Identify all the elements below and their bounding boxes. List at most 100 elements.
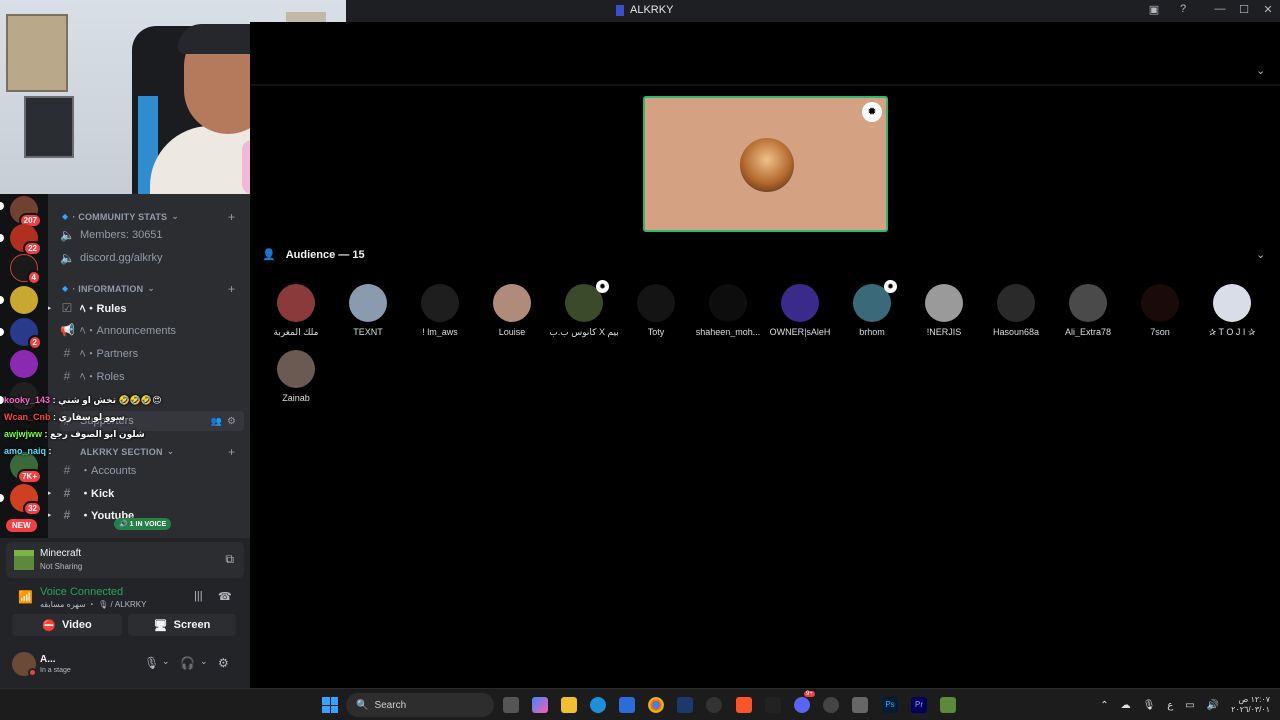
audience-member[interactable]: Zainab: [260, 350, 332, 403]
server-icon[interactable]: 22: [10, 224, 42, 256]
speaker-icon: 🔊: [119, 521, 128, 528]
server-icon[interactable]: [10, 286, 38, 314]
speaker-tile[interactable]: ✹: [643, 96, 888, 232]
audience-member[interactable]: !NERJIS: [908, 284, 980, 337]
audience-member[interactable]: ! lm_aws: [404, 284, 476, 337]
clock[interactable]: ١٢:٠٧ ص ٢٠٢٦/٠٣/٠١: [1231, 695, 1270, 715]
hash-icon: #: [63, 346, 71, 360]
chevron-up-icon[interactable]: ⌃: [1100, 700, 1108, 711]
avatar: [925, 284, 963, 322]
stream-game-icon[interactable]: ⧉: [225, 552, 234, 567]
stage-view: ⌄ ✹ 👤 Audience — 15 ⌄ ملك المغربة TEXNT ! …: [250, 22, 1280, 688]
chevron-down-icon[interactable]: ⌄: [162, 656, 170, 667]
activity-card[interactable]: Minecraft Not Sharing ⧉: [6, 542, 244, 578]
collapse-audience-icon[interactable]: ⌄: [1256, 248, 1265, 261]
audience-member[interactable]: ملك المغربة: [260, 284, 332, 338]
channel-accounts[interactable]: # ・Accounts: [60, 460, 244, 480]
channel-kick[interactable]: ▶ # ・Kick: [48, 483, 244, 503]
chrome-icon[interactable]: [648, 697, 664, 713]
category-alkrky-section[interactable]: ALKRKY SECTION ⌄ +: [80, 445, 235, 459]
discord-icon[interactable]: 9+: [794, 691, 815, 713]
headphones-icon[interactable]: 🎧: [180, 656, 195, 670]
category-information[interactable]: ◆ · INFORMATION ⌄ +: [62, 282, 235, 296]
volume-icon[interactable]: 🔊: [1207, 700, 1219, 711]
server-icon[interactable]: 4: [10, 254, 41, 285]
store-icon[interactable]: [619, 697, 635, 713]
audience-member[interactable]: shaheen_moh...: [692, 284, 764, 337]
chevron-down-icon[interactable]: ⌄: [200, 656, 208, 667]
display-icon[interactable]: ▭: [1185, 700, 1194, 711]
audience-member[interactable]: ✹ brhom: [836, 280, 908, 337]
add-channel-icon[interactable]: +: [228, 210, 235, 224]
audience-member[interactable]: OWNER|sAleH: [764, 284, 836, 337]
category-community-stats[interactable]: ◆ · COMMUNITY STATS ⌄ +: [62, 210, 235, 224]
channel-partners[interactable]: # ﾍ・Partners: [60, 343, 244, 363]
in-voice-pill[interactable]: 🔊 1 IN VOICE: [114, 518, 172, 530]
cloud-icon[interactable]: ☁: [1121, 700, 1131, 711]
minecraft-taskbar-icon[interactable]: [940, 697, 956, 713]
premiere-icon[interactable]: Pr: [911, 697, 927, 713]
audience-member[interactable]: Toty: [620, 284, 692, 337]
close-button[interactable]: ✕: [1260, 3, 1276, 16]
microphone-icon[interactable]: 🎙: [1143, 700, 1156, 711]
collapse-speakers-icon[interactable]: ⌄: [1256, 64, 1265, 77]
capcut-icon[interactable]: [765, 697, 781, 713]
language-indicator[interactable]: ع: [1167, 700, 1173, 711]
channel-announcements[interactable]: 📢 ﾍ・Announcements: [60, 320, 244, 340]
microphone-icon[interactable]: 🎙: [144, 656, 159, 670]
user-name[interactable]: A...: [40, 654, 56, 665]
maximize-button[interactable]: ☐: [1236, 3, 1252, 16]
video-button[interactable]: ⛔ Video: [12, 614, 122, 636]
screen-share-icon[interactable]: ▣: [1146, 3, 1162, 16]
diamond-icon: ◆: [62, 212, 69, 221]
server-icon[interactable]: 7K+: [10, 452, 42, 484]
channel-roles[interactable]: # ﾍ・Roles: [60, 366, 244, 386]
audience-member[interactable]: ✹ كانوس ب.ب X بيم: [548, 280, 620, 338]
avatar: [1141, 284, 1179, 322]
chevron-down-icon: ⌄: [166, 446, 175, 456]
speaker-icon: 🔈: [60, 228, 75, 242]
voice-channel[interactable]: سهره مسابقه ・ 🎙 / ALKRKY: [40, 599, 146, 610]
taskbar-search[interactable]: 🔍 Search: [346, 693, 494, 717]
voice-status[interactable]: Voice Connected: [40, 586, 123, 598]
noise-suppression-icon[interactable]: |||: [194, 590, 203, 602]
channel-invite[interactable]: 🔈 discord.gg/alkrky: [60, 248, 244, 268]
activity-title: Minecraft: [40, 548, 82, 559]
snipping-icon[interactable]: [852, 697, 868, 713]
brave-icon[interactable]: [736, 697, 752, 713]
windows-start-icon[interactable]: [322, 697, 338, 713]
minimize-button[interactable]: —: [1212, 3, 1228, 15]
file-explorer-icon[interactable]: [561, 697, 577, 713]
app-icon[interactable]: [823, 697, 839, 713]
add-channel-icon[interactable]: +: [228, 282, 235, 296]
audience-member[interactable]: 7son: [1124, 284, 1196, 337]
gear-icon[interactable]: ⚙: [227, 416, 236, 427]
channel-rules[interactable]: ▶ ☑ ﾍ・Rules: [48, 298, 244, 318]
obs-icon[interactable]: [706, 697, 722, 713]
screen-button[interactable]: 🖥 Screen: [128, 614, 236, 636]
avatar: [997, 284, 1035, 322]
audience-member[interactable]: TEXNT: [332, 284, 404, 337]
gear-icon[interactable]: ⚙: [218, 656, 229, 670]
audience-member[interactable]: Ali_Extra78: [1052, 284, 1124, 337]
chat-message: kooky_143 : تخش او شني 🤣🤣🤣😍: [4, 395, 162, 405]
copilot-icon[interactable]: [532, 697, 548, 713]
invite-icon[interactable]: 👥: [211, 416, 222, 427]
help-icon[interactable]: ?: [1175, 3, 1191, 15]
steam-icon[interactable]: [677, 697, 693, 713]
task-view-icon[interactable]: [503, 697, 519, 713]
server-icon[interactable]: [10, 350, 38, 378]
edge-icon[interactable]: [590, 697, 606, 713]
audience-member[interactable]: Louise: [476, 284, 548, 337]
audience-member[interactable]: Hasoun68a: [980, 284, 1052, 337]
photoshop-icon[interactable]: Ps: [882, 697, 898, 713]
server-icon[interactable]: 32: [10, 484, 42, 516]
server-icon[interactable]: 2: [10, 318, 42, 350]
system-tray: ⌃ ☁ 🎙 ع ▭ 🔊 ١٢:٠٧ ص ٢٠٢٦/٠٣/٠١: [1100, 693, 1270, 717]
disconnect-icon[interactable]: ☎: [218, 590, 232, 603]
add-channel-icon[interactable]: +: [228, 445, 235, 459]
channel-members[interactable]: 🔈 Members: 30651: [60, 225, 244, 245]
hash-icon: #: [63, 486, 71, 500]
server-icon[interactable]: 207: [10, 196, 42, 228]
audience-member[interactable]: ✰ T O J I ✰: [1196, 284, 1268, 338]
